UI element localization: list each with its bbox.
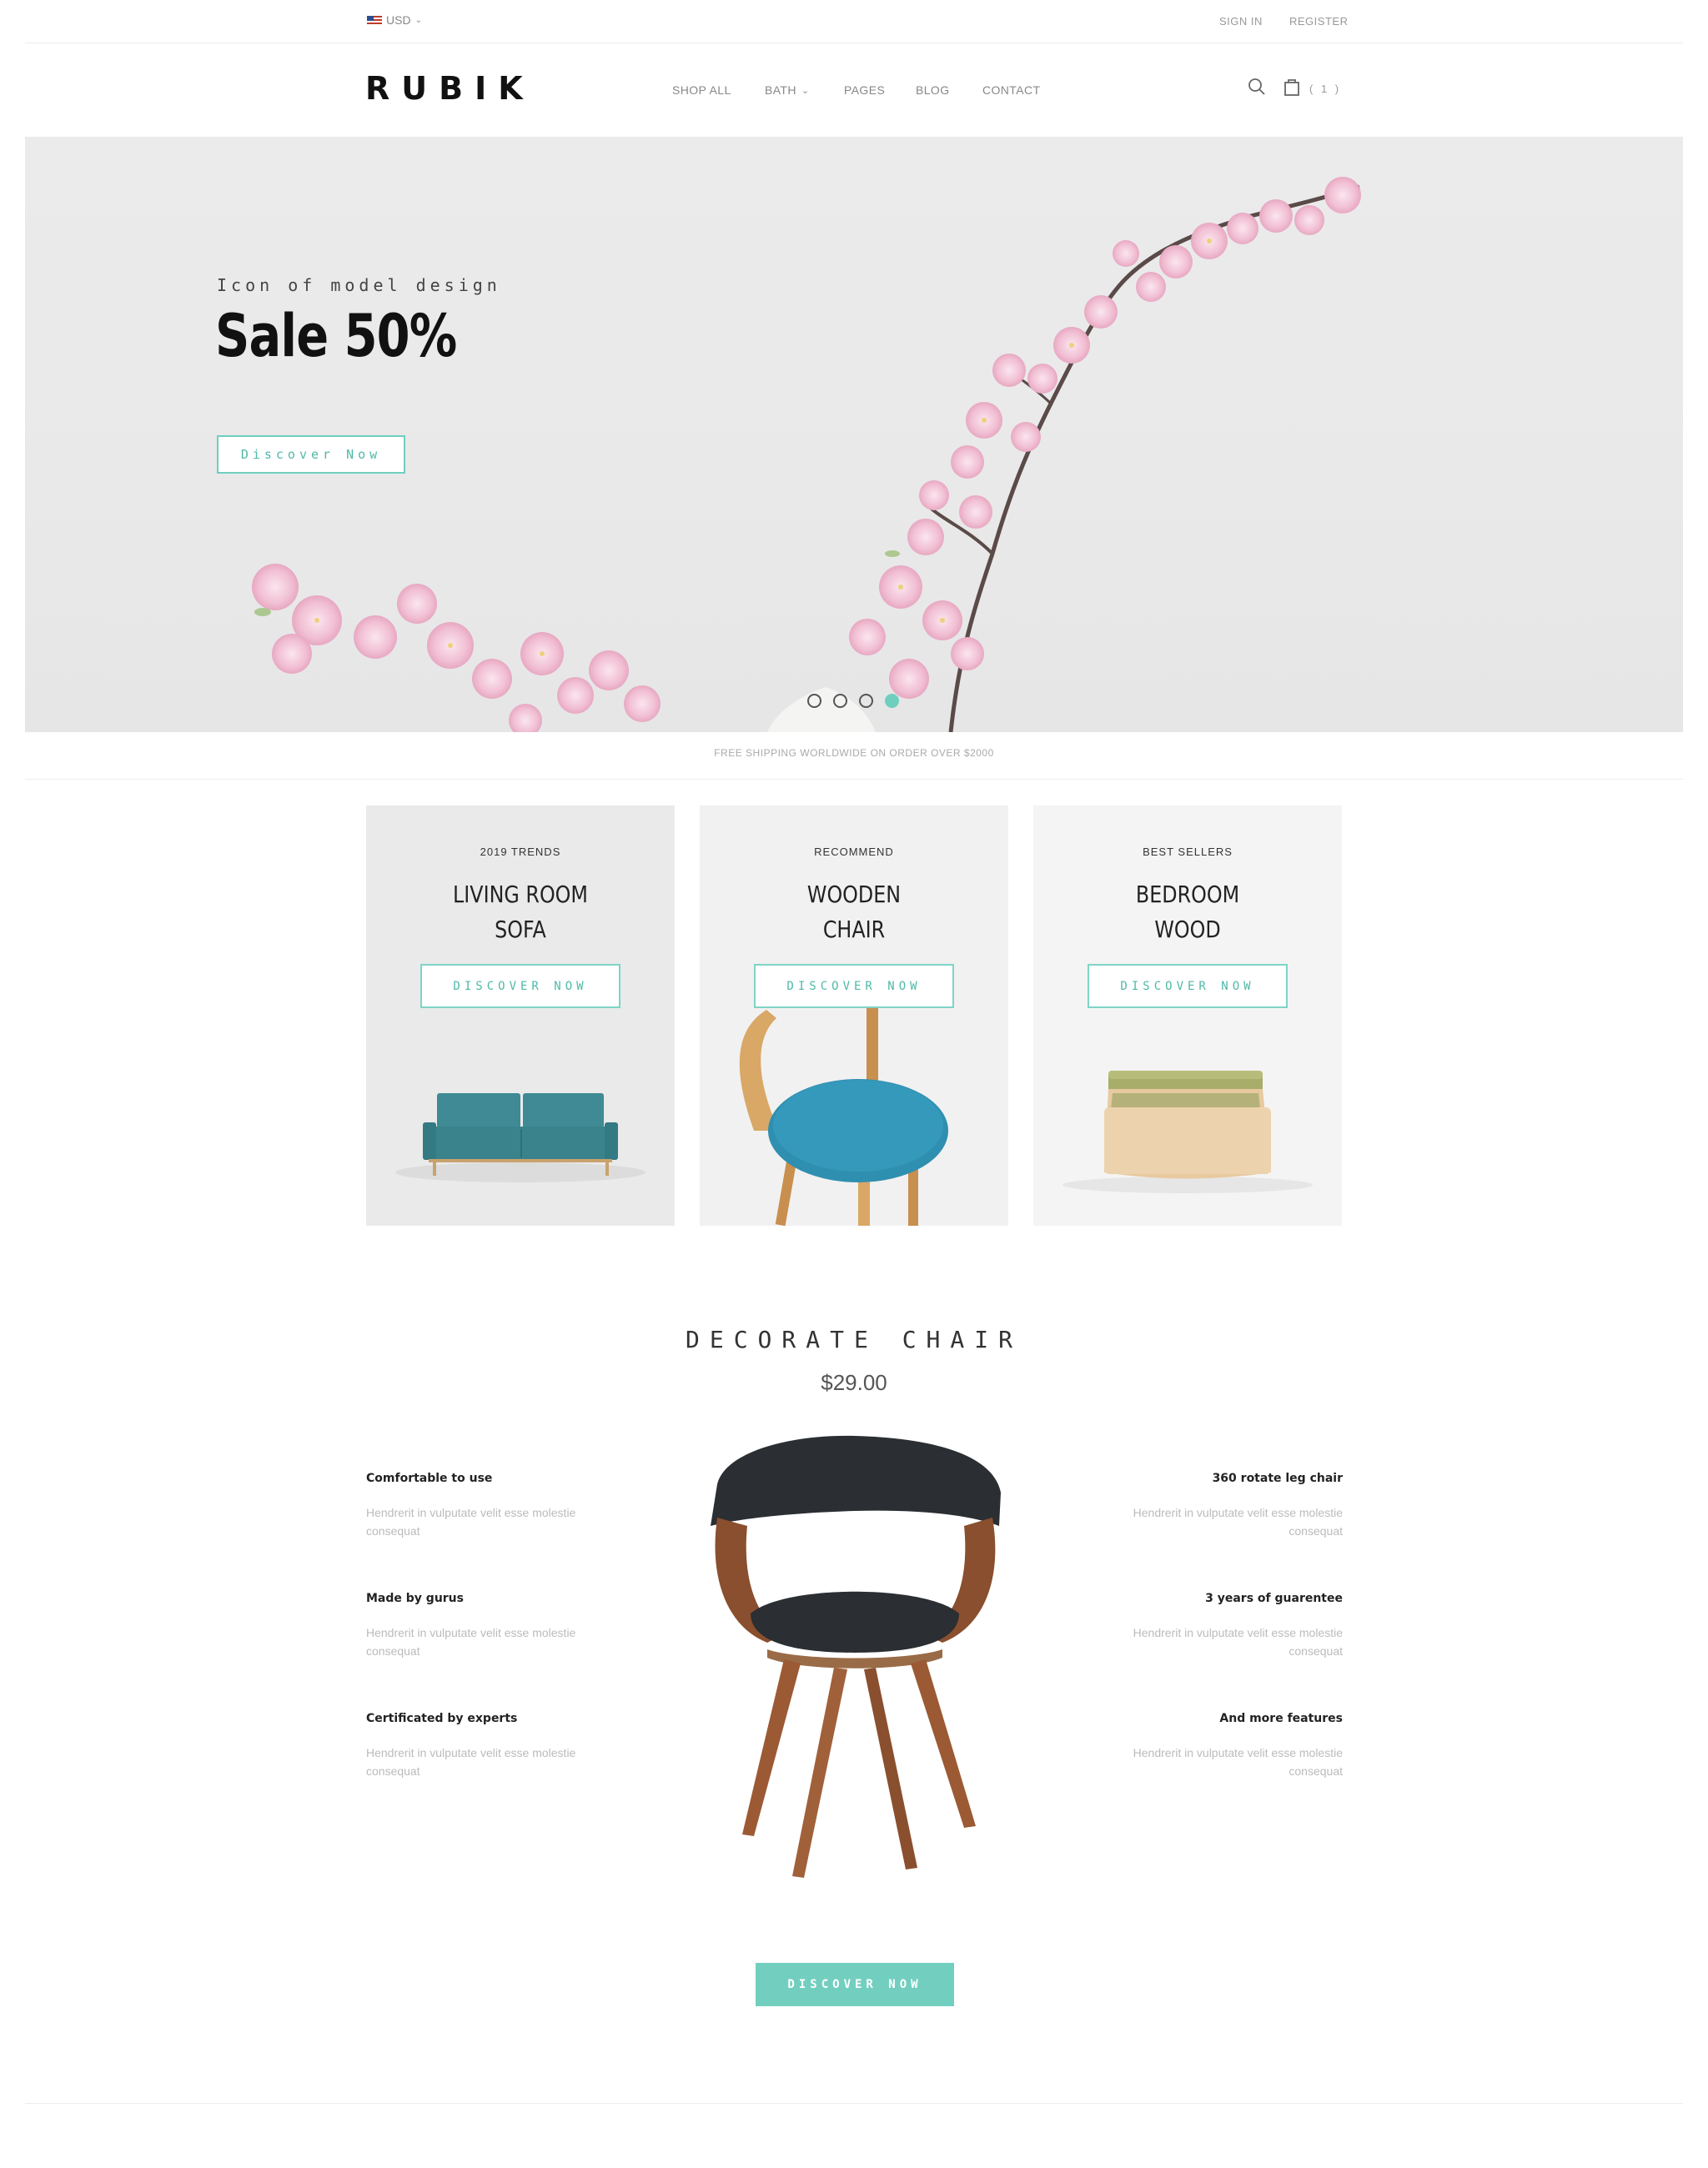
featured-discover-button[interactable]: DISCOVER NOW [756,1963,954,2006]
feature-title: And more features [1219,1712,1343,1725]
nav-pages[interactable]: PAGES [844,83,885,97]
featured-product-title: DECORATE CHAIR [685,1326,1022,1353]
feature-title: 360 rotate leg chair [1212,1472,1343,1485]
feature-item: 3 years of guarentee Hendrerit in vulput… [1101,1592,1343,1660]
slide-dot-3[interactable] [859,694,873,708]
chevron-down-icon: ⌄ [801,85,810,96]
feature-title: Comfortable to use [366,1472,493,1485]
nav-contact[interactable]: CONTACT [982,83,1040,97]
card-title: WOODEN CHAIR [723,877,986,947]
us-flag-icon [367,15,382,25]
wooden-chair-image [700,805,1008,1226]
feature-title: 3 years of guarentee [1205,1592,1343,1605]
card-title-line2: WOOD [1154,916,1221,943]
chevron-down-icon: ⌄ [414,15,422,25]
cherry-blossom-image [252,177,1361,732]
feature-desc: Hendrerit in vulputate velit esse molest… [1133,1626,1343,1658]
feature-item: 360 rotate leg chair Hendrerit in vulput… [1101,1472,1343,1540]
hero-kicker: Icon of model design [217,275,501,295]
card-title-line1: BEDROOM [1135,881,1240,908]
feature-desc: Hendrerit in vulputate velit esse molest… [366,1506,576,1538]
feature-title: Certificated by experts [366,1712,518,1725]
feature-item: Comfortable to use Hendrerit in vulputat… [366,1472,608,1540]
nav-bath-label: BATH [765,83,796,97]
slide-dot-2[interactable] [833,694,847,708]
feature-desc: Hendrerit in vulputate velit esse molest… [1133,1506,1343,1538]
nav-bath[interactable]: BATH ⌄ [765,83,810,97]
card-discover-button[interactable]: DISCOVER NOW [1088,964,1288,1008]
category-card-sofa[interactable]: 2019 TRENDS LIVING ROOM SOFA DISCOVER NO… [366,805,675,1226]
currency-label: USD [386,13,411,27]
site-logo[interactable]: RUBIK [365,70,535,107]
card-title-line1: WOODEN [806,881,902,908]
card-discover-button[interactable]: DISCOVER NOW [420,964,620,1008]
category-card-bed[interactable]: BEST SELLERS BEDROOM WOOD DISCOVER NOW [1033,805,1342,1226]
search-icon[interactable] [1247,77,1267,97]
register-link[interactable]: REGISTER [1289,15,1348,28]
category-card-chair[interactable]: RECOMMEND WOODEN CHAIR DISCOVER NOW [700,805,1008,1226]
card-kicker: RECOMMEND [814,846,894,858]
top-bar [25,0,1683,43]
card-title-line2: SOFA [495,916,546,943]
footer-divider [25,2103,1683,2104]
feature-desc: Hendrerit in vulputate velit esse molest… [1133,1746,1343,1778]
feature-item: Certificated by experts Hendrerit in vul… [366,1712,608,1780]
shopping-bag-icon[interactable] [1282,77,1302,97]
decorate-chair-image [711,1435,1001,1878]
card-title-line2: CHAIR [822,916,886,943]
slider-dots [807,694,899,708]
card-title: LIVING ROOM SOFA [389,877,652,947]
card-title-line1: LIVING ROOM [453,881,588,908]
feature-item: Made by gurus Hendrerit in vulputate vel… [366,1592,608,1660]
nav-shop-all[interactable]: SHOP ALL [672,83,731,97]
nav-blog[interactable]: BLOG [916,83,950,97]
hero-title: Sale 50% [215,302,457,370]
bedroom-bed-image [1033,805,1342,1226]
sign-in-link[interactable]: SIGN IN [1219,15,1263,28]
sofa-image [366,805,675,1226]
card-discover-button[interactable]: DISCOVER NOW [754,964,954,1008]
card-kicker: 2019 TRENDS [480,846,561,858]
divider [25,779,1683,780]
hero-banner [25,137,1683,732]
feature-title: Made by gurus [366,1592,464,1605]
featured-product-price: $29.00 [821,1370,887,1395]
feature-item: And more features Hendrerit in vulputate… [1101,1712,1343,1780]
currency-selector[interactable]: USD ⌄ [367,13,422,27]
shipping-notice: FREE SHIPPING WORLDWIDE ON ORDER OVER $2… [714,747,994,759]
slide-dot-4[interactable] [885,694,899,708]
hero-discover-button[interactable]: Discover Now [217,435,405,474]
card-kicker: BEST SELLERS [1143,846,1233,858]
cart-count[interactable]: ( 1 ) [1309,83,1341,95]
feature-desc: Hendrerit in vulputate velit esse molest… [366,1746,576,1778]
card-title: BEDROOM WOOD [1057,877,1319,947]
feature-desc: Hendrerit in vulputate velit esse molest… [366,1626,576,1658]
slide-dot-1[interactable] [807,694,821,708]
